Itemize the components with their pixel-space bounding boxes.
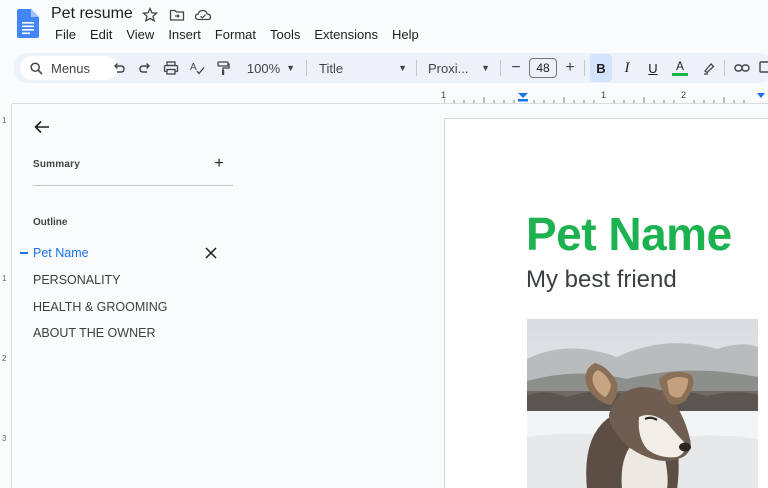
horizontal-ruler: 1 1 2 <box>441 90 768 104</box>
font-family-select[interactable]: Proxi... ▼ <box>426 57 492 79</box>
print-icon[interactable] <box>162 57 180 79</box>
menu-bar: File Edit View Insert Format Tools Exten… <box>51 27 429 43</box>
ruler-mark: 2 <box>2 354 7 363</box>
menu-extensions[interactable]: Extensions <box>310 27 382 43</box>
summary-divider <box>33 185 233 186</box>
comment-icon[interactable] <box>758 57 768 79</box>
document-title[interactable]: Pet resume <box>51 5 133 23</box>
toolbar-divider <box>584 60 585 76</box>
back-arrow-icon[interactable] <box>33 118 51 136</box>
toolbar: Menus A 100% ▼ Title ▼ Proxi... ▼ − 48 +… <box>14 53 768 83</box>
menu-tools[interactable]: Tools <box>266 27 304 43</box>
outline-item-personality[interactable]: PERSONALITY <box>33 273 121 287</box>
paragraph-style-value: Title <box>319 60 344 76</box>
ruler-mark: 2 <box>681 90 687 100</box>
outline-item-pet-name[interactable]: Pet Name <box>33 246 89 260</box>
spellcheck-icon[interactable]: A <box>188 57 206 79</box>
outline-item-health-grooming[interactable]: HEALTH & GROOMING <box>33 300 168 314</box>
text-color-swatch <box>672 73 688 76</box>
italic-button[interactable]: I <box>618 57 636 79</box>
chevron-down-icon: ▼ <box>398 63 407 73</box>
document-subtitle[interactable]: My best friend <box>526 266 677 294</box>
right-indent-marker-icon[interactable] <box>756 92 766 100</box>
font-size-input[interactable]: 48 <box>529 58 557 78</box>
document-page[interactable]: Pet Name My best friend <box>444 118 768 488</box>
docs-logo-icon[interactable] <box>17 9 39 38</box>
menu-search-label: Menus <box>51 60 91 76</box>
underline-button[interactable]: U <box>644 57 662 79</box>
star-icon[interactable] <box>141 6 159 24</box>
menu-file[interactable]: File <box>51 27 80 43</box>
redo-icon[interactable] <box>136 57 154 79</box>
cloud-status-icon[interactable] <box>194 6 212 24</box>
bold-button[interactable]: B <box>590 54 612 82</box>
menu-help[interactable]: Help <box>388 27 423 43</box>
toolbar-divider <box>724 60 725 76</box>
increase-font-size-button[interactable]: + <box>562 57 578 79</box>
ruler-mark: 1 <box>2 116 7 125</box>
ruler-mark: 1 <box>2 274 7 283</box>
link-icon[interactable] <box>732 57 752 79</box>
svg-text:A: A <box>190 62 197 73</box>
toolbar-divider <box>306 60 307 76</box>
toolbar-divider <box>416 60 417 76</box>
add-summary-button[interactable]: + <box>211 156 227 172</box>
chevron-down-icon: ▼ <box>286 63 296 73</box>
menu-edit[interactable]: Edit <box>86 27 116 43</box>
highlight-pen-icon[interactable] <box>700 57 718 79</box>
ruler-mark: 1 <box>441 90 447 100</box>
dog-photo[interactable] <box>527 319 758 488</box>
close-icon[interactable] <box>204 246 218 260</box>
zoom-value: 100% <box>246 60 281 76</box>
outline-heading: Outline <box>33 217 68 228</box>
text-color-button[interactable]: A <box>670 57 690 79</box>
ruler-mark: 1 <box>601 90 607 100</box>
active-outline-indicator <box>20 252 28 254</box>
toolbar-divider <box>500 60 501 76</box>
menu-format[interactable]: Format <box>211 27 260 43</box>
outline-item-about-owner[interactable]: ABOUT THE OWNER <box>33 326 155 340</box>
summary-heading: Summary <box>33 159 80 170</box>
paint-format-icon[interactable] <box>214 57 232 79</box>
move-folder-icon[interactable] <box>168 6 186 24</box>
document-title-heading[interactable]: Pet Name <box>526 207 732 261</box>
menu-insert[interactable]: Insert <box>164 27 205 43</box>
search-icon <box>30 61 43 75</box>
font-family-value: Proxi... <box>428 60 469 76</box>
decrease-font-size-button[interactable]: − <box>508 57 524 79</box>
zoom-select[interactable]: 100% ▼ <box>244 57 298 79</box>
title-bar: Pet resume File Edit View Insert Format … <box>0 0 768 50</box>
paragraph-style-select[interactable]: Title ▼ <box>317 57 409 79</box>
ruler-mark: 3 <box>2 434 7 443</box>
indent-marker-icon[interactable] <box>517 92 529 102</box>
menu-view[interactable]: View <box>122 27 158 43</box>
chevron-down-icon: ▼ <box>481 63 490 73</box>
menu-search[interactable]: Menus <box>20 56 118 80</box>
undo-icon[interactable] <box>110 57 128 79</box>
vertical-ruler: 1 1 2 3 <box>0 104 12 488</box>
